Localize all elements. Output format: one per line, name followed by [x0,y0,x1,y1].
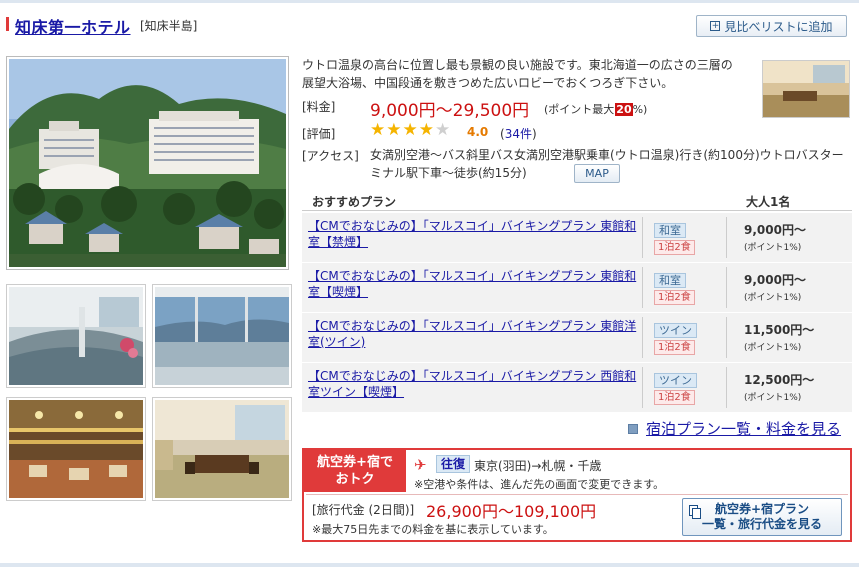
points-prefix: (ポイント最大 [544,103,615,116]
air-hotel-package-box: 航空券+宿で おトク ✈ 往復 東京(羽田)→札幌・千歳 ※空港や条件は、進んだ… [302,448,852,542]
column-divider [726,267,727,308]
plus-box-icon: + [710,21,721,31]
price-range: 9,000円〜29,500円 [370,101,530,121]
route-note: ※空港や条件は、進んだ先の画面で変更できます。 [414,478,665,491]
thumb-photo-room[interactable] [152,397,292,501]
package-divider [306,494,848,495]
thumb-photo-bath-1[interactable] [6,284,146,388]
plan-table-header: おすすめプラン 大人1名 [302,191,852,211]
plan-row: 【CMでおなじみの】「マルスコイ」バイキングプラン 西館和室ツイン【喫煙】 ツイ… [302,363,852,412]
meal-badge: 1泊2食 [654,340,695,355]
lobby-image [9,400,143,498]
bath-window-image [155,287,289,385]
add-to-compare-button[interactable]: + 見比べリストに追加 [696,15,847,37]
star-filled-icon: ★ [402,120,418,140]
hotel-main-photo[interactable] [6,56,289,270]
column-divider [642,317,643,358]
all-plans-label: 宿泊プラン一覧・料金を見る [646,420,842,438]
review-count: (34件) [500,125,537,142]
star-filled-icon: ★ [370,120,386,140]
room-interior-image [763,61,849,117]
review-close-paren: ) [531,127,537,141]
plan-name-link[interactable]: 【CMでおなじみの】「マルスコイ」バイキングプラン 東館和室【喫煙】 [308,268,638,300]
tour-price-label: [旅行代金 (2日間)] [312,503,415,517]
hotel-name-link[interactable]: 知床第一ホテル [15,14,131,38]
plan-points: (ポイント1%) [744,293,802,303]
thumb-photo-bath-2[interactable] [152,284,292,388]
plan-name-link[interactable]: 【CMでおなじみの】「マルスコイ」バイキングプラン 東館和室【禁煙】 [308,218,638,250]
top-divider [0,0,859,3]
column-divider [642,267,643,308]
map-button[interactable]: MAP [574,164,620,183]
plan-row: 【CMでおなじみの】「マルスコイ」バイキングプラン 東館和室【喫煙】 和室 1泊… [302,263,852,312]
room-type-badge: 和室 [654,273,686,288]
meal-badge: 1泊2食 [654,240,695,255]
plan-price: 11,500円〜 [744,323,815,337]
japanese-room-image [155,400,289,498]
plan-points: (ポイント1%) [744,393,802,403]
price-label: [料金] [302,100,336,114]
add-to-compare-label: 見比べリストに追加 [724,19,833,34]
air-hotel-plans-button[interactable]: 航空券+宿プラン 一覧・旅行代金を見る [682,498,842,536]
plan-header-label: おすすめプラン [312,195,397,209]
thumb-photo-lobby[interactable] [6,397,146,501]
plan-price: 9,000円〜 [744,273,806,287]
rating-label: [評価] [302,127,336,141]
plan-name-link[interactable]: 【CMでおなじみの】「マルスコイ」バイキングプラン 東館洋室(ツイン) [308,318,638,350]
star-filled-icon: ★ [418,120,434,140]
region-label: [知床半島] [140,19,198,33]
column-divider [726,217,727,258]
column-divider [642,367,643,408]
square-bullet-icon [628,423,638,434]
hotel-description: ウトロ温泉の高台に位置し最も景観の良い施設です。東北海道一の広さの三層の展望大浴… [302,58,733,90]
flight-route: 東京(羽田)→札幌・千歳 [474,459,602,473]
plan-row: 【CMでおなじみの】「マルスコイ」バイキングプラン 東館洋室(ツイン) ツイン … [302,313,852,362]
plan-price: 12,500円〜 [744,373,815,387]
airplane-icon: ✈ [414,456,427,474]
hotel-exterior-image [9,59,286,267]
plan-points: (ポイント1%) [744,243,802,253]
air-hotel-badge: 航空券+宿で おトク [304,450,406,492]
tour-price-range: 26,900円〜109,100円 [426,502,597,521]
air-badge-line1: 航空券+宿で [317,455,393,470]
air-button-line2: 一覧・旅行代金を見る [701,517,822,531]
plan-points: (ポイント1%) [744,343,802,353]
window-stack-icon [689,505,701,519]
price-header-label: 大人1名 [746,195,791,209]
room-type-badge: 和室 [654,223,686,238]
meal-badge: 1泊2食 [654,290,695,305]
room-type-badge: ツイン [654,323,697,338]
bottom-divider [0,563,859,567]
all-plans-link[interactable]: 宿泊プラン一覧・料金を見る [628,418,841,439]
column-divider [642,217,643,258]
rating-stars: ★ ★ ★ ★ ★ [370,122,450,139]
points-info: (ポイント最大 20 %) [544,101,647,117]
air-badge-line2: おトク [335,472,375,487]
roundtrip-badge: 往復 [436,455,471,473]
review-count-link[interactable]: 34件 [505,127,532,141]
star-filled-icon: ★ [386,120,402,140]
title-marker [6,17,9,31]
room-type-badge: ツイン [654,373,697,388]
points-suffix: %) [632,102,648,116]
column-divider [726,367,727,408]
side-photo-room[interactable] [762,60,850,118]
tour-price-note: ※最大75日先までの料金を基に表示しています。 [312,523,554,536]
column-divider [726,317,727,358]
access-label: [アクセス] [302,149,359,163]
plan-row: 【CMでおなじみの】「マルスコイ」バイキングプラン 東館和室【禁煙】 和室 1泊… [302,213,852,262]
meal-badge: 1泊2食 [654,390,695,405]
air-button-line1: 航空券+宿プラン [714,502,810,516]
bath-image [9,287,143,385]
rating-score: 4.0 [467,125,489,139]
points-max-badge: 20 [615,102,633,116]
star-empty-icon: ★ [435,120,451,140]
plan-price: 9,000円〜 [744,223,806,237]
plan-name-link[interactable]: 【CMでおなじみの】「マルスコイ」バイキングプラン 西館和室ツイン【喫煙】 [308,368,638,400]
